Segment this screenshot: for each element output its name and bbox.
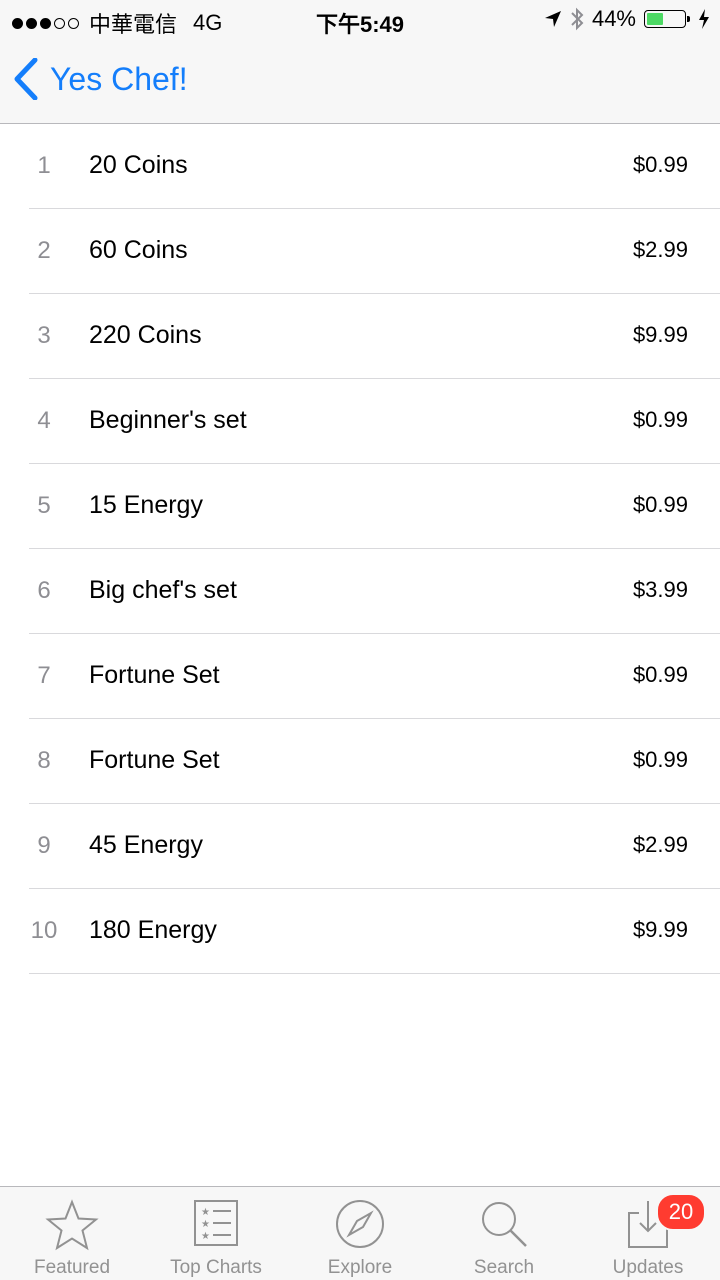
item-name: Big chef's set <box>89 576 237 604</box>
star-icon <box>45 1199 99 1251</box>
tab-featured[interactable]: Featured <box>0 1187 144 1280</box>
item-price: $0.99 <box>632 152 688 177</box>
status-bar: 中華電信 4G 下午5:49 44% <box>0 0 720 40</box>
item-rank: 8 <box>37 747 51 774</box>
list-item[interactable]: 7 Fortune Set $0.99 <box>29 634 720 719</box>
updates-badge: 20 <box>656 1193 706 1231</box>
list-item[interactable]: 9 45 Energy $2.99 <box>29 804 720 889</box>
item-price: $9.99 <box>632 917 688 942</box>
item-price: $0.99 <box>632 407 688 432</box>
item-rank: 3 <box>37 322 51 349</box>
item-rank: 9 <box>37 832 51 859</box>
tab-label: Featured <box>33 1257 111 1278</box>
item-price: $3.99 <box>632 577 688 602</box>
list-item[interactable]: 4 Beginner's set $0.99 <box>29 379 720 464</box>
item-name: 60 Coins <box>89 236 188 264</box>
svg-text:★: ★ <box>201 1219 210 1230</box>
item-rank: 6 <box>37 577 51 604</box>
status-right: 44% <box>544 6 710 32</box>
tab-explore[interactable]: Explore <box>288 1187 432 1280</box>
back-button-label: Yes Chef! <box>50 60 188 97</box>
top-bar: 中華電信 4G 下午5:49 44% Yes Chef! <box>0 0 720 124</box>
chevron-left-icon <box>14 58 38 100</box>
list-item[interactable]: 5 15 Energy $0.99 <box>29 464 720 549</box>
item-price: $9.99 <box>632 322 688 347</box>
battery-percent: 44% <box>591 6 636 31</box>
app-store-screen: 中華電信 4G 下午5:49 44% Yes Chef! 1 20 Coins … <box>0 0 720 1280</box>
list-item[interactable]: 1 20 Coins $0.99 <box>29 124 720 209</box>
item-price: $0.99 <box>632 662 688 687</box>
bluetooth-icon <box>571 7 584 31</box>
search-icon <box>482 1202 527 1247</box>
item-name: Fortune Set <box>89 746 220 774</box>
battery-fill <box>647 13 663 25</box>
tab-label: Top Charts <box>170 1257 262 1278</box>
tab-label: Explore <box>327 1257 393 1278</box>
item-rank: 7 <box>37 662 51 689</box>
tab-search[interactable]: Search <box>432 1187 576 1280</box>
list-item[interactable]: 8 Fortune Set $0.99 <box>29 719 720 804</box>
item-name: 45 Energy <box>89 831 203 859</box>
list-item[interactable]: 3 220 Coins $9.99 <box>29 294 720 379</box>
charging-bolt-icon <box>699 9 709 29</box>
tab-updates[interactable]: 20 Updates <box>576 1187 720 1280</box>
item-name: 220 Coins <box>89 321 202 349</box>
location-arrow-icon <box>544 11 561 27</box>
item-rank: 10 <box>30 917 58 944</box>
battery-icon <box>644 10 690 28</box>
back-button[interactable]: Yes Chef! <box>14 58 188 100</box>
list-item[interactable]: 2 60 Coins $2.99 <box>29 209 720 294</box>
tab-label: Search <box>473 1257 535 1278</box>
tab-label: Updates <box>612 1257 684 1278</box>
in-app-purchases-list: 1 20 Coins $0.99 2 60 Coins $2.99 3 220 … <box>0 124 720 974</box>
item-rank: 4 <box>37 407 51 434</box>
item-price: $0.99 <box>632 492 688 517</box>
item-price: $0.99 <box>632 747 688 772</box>
compass-icon <box>336 1200 384 1248</box>
item-price: $2.99 <box>632 832 688 857</box>
item-name: 20 Coins <box>89 151 188 179</box>
svg-text:★: ★ <box>201 1231 210 1242</box>
list-icon: ★ ★ ★ <box>194 1200 238 1246</box>
item-rank: 2 <box>37 237 51 264</box>
svg-text:★: ★ <box>201 1207 210 1218</box>
list-item[interactable]: 10 180 Energy $9.99 <box>29 889 720 974</box>
navigation-bar: Yes Chef! <box>0 40 720 123</box>
item-rank: 5 <box>37 492 51 519</box>
item-name: 15 Energy <box>89 491 203 519</box>
tab-bar: Featured ★ ★ ★ Top Charts Explore Search… <box>0 1186 720 1280</box>
item-name: 180 Energy <box>89 916 217 944</box>
item-name: Beginner's set <box>89 406 247 434</box>
list-item[interactable]: 6 Big chef's set $3.99 <box>29 549 720 634</box>
item-price: $2.99 <box>632 237 688 262</box>
item-rank: 1 <box>37 152 51 179</box>
item-name: Fortune Set <box>89 661 220 689</box>
tab-top-charts[interactable]: ★ ★ ★ Top Charts <box>144 1187 288 1280</box>
